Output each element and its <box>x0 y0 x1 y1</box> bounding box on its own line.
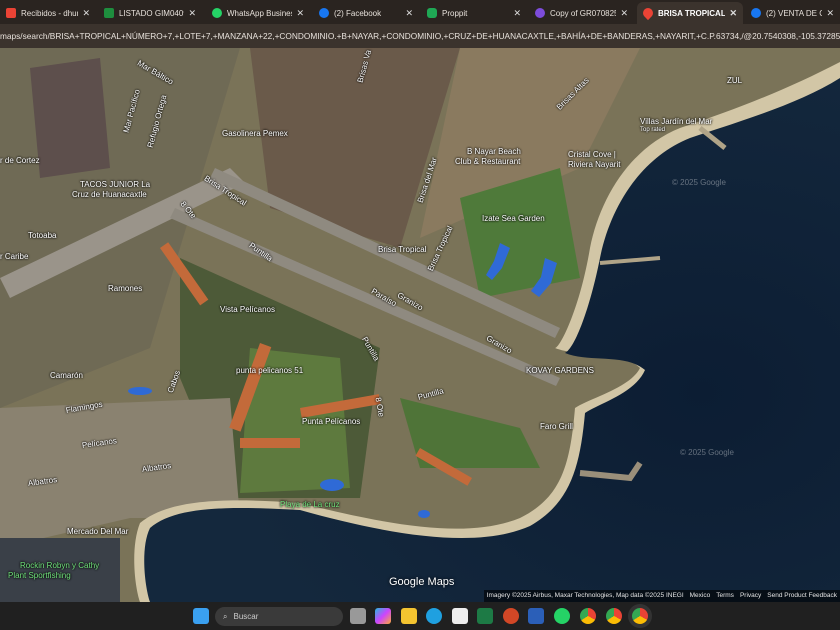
close-tab-icon[interactable]: ✕ <box>513 8 521 19</box>
tab-google-maps[interactable]: BRISA TROPICAL NÚ✕ <box>637 2 743 24</box>
map-label[interactable]: Faro Grill <box>540 422 573 431</box>
map-watermark: © 2025 Google <box>672 178 726 187</box>
map-label[interactable]: Riviera Nayarit <box>568 160 620 169</box>
map-label[interactable]: Cristal Cove | <box>568 150 616 159</box>
copilot-icon[interactable] <box>375 608 391 624</box>
word-icon[interactable] <box>528 608 544 624</box>
facebook-icon <box>319 8 329 18</box>
map-label[interactable]: Rockin Robyn y Cathy <box>20 561 99 570</box>
chrome-icon-active[interactable] <box>632 608 648 624</box>
close-tab-icon[interactable]: ✕ <box>296 8 304 19</box>
chrome-icon[interactable] <box>580 608 596 624</box>
google-maps-logo: Google Maps <box>389 576 455 588</box>
terms-link[interactable]: Terms <box>716 591 734 601</box>
whatsapp-icon <box>212 8 222 18</box>
map-label[interactable]: Mercado Del Mar <box>67 527 128 536</box>
close-tab-icon[interactable]: ✕ <box>405 8 413 19</box>
map-attribution: Imagery ©2025 Airbus, Maxar Technologies… <box>483 590 840 602</box>
map-label[interactable]: Cruz de Huanacaxtle <box>72 190 147 199</box>
close-tab-icon[interactable]: ✕ <box>620 8 628 19</box>
tab-proppit[interactable]: Proppit ✕ <box>421 2 527 24</box>
map-label[interactable]: Ramones <box>108 284 142 293</box>
map-label[interactable]: Vista Pelícanos <box>220 305 275 314</box>
map-label[interactable]: KOVAY GARDENS <box>526 366 594 375</box>
tab-canva[interactable]: Copy of GR070825CL✕ <box>529 2 634 24</box>
map-label[interactable]: ZUL <box>727 76 742 85</box>
address-bar[interactable]: maps/search/BRISA+TROPICAL+NÚMERO+7,+LOT… <box>0 24 840 48</box>
map-label[interactable]: Plant Sportfishing <box>8 571 71 580</box>
file-explorer-icon[interactable] <box>401 608 417 624</box>
close-tab-icon[interactable]: ✕ <box>82 8 90 19</box>
satellite-map[interactable]: Mar Báltico Mar Pacífico Refugio Ortega … <box>0 48 840 602</box>
map-label[interactable]: Brisa Tropical <box>378 245 426 254</box>
map-label[interactable]: B Nayar Beach <box>467 147 521 156</box>
maps-pin-icon <box>640 5 656 21</box>
close-tab-icon[interactable]: ✕ <box>729 8 737 19</box>
powerpoint-icon[interactable] <box>503 608 519 624</box>
tab-gmail[interactable]: Recibidos - dhurtado✕ <box>0 2 96 24</box>
map-label[interactable]: Izate Sea Garden <box>482 214 545 223</box>
region-link[interactable]: Mexico <box>690 591 711 601</box>
close-tab-icon[interactable]: ✕ <box>188 8 196 19</box>
url-text: maps/search/BRISA+TROPICAL+NÚMERO+7,+LOT… <box>0 31 840 41</box>
tab-whatsapp[interactable]: WhatsApp Business ✕ <box>206 2 310 24</box>
gmail-icon <box>6 8 16 18</box>
map-label[interactable]: Villas Jardín del Mar <box>640 117 712 126</box>
map-label[interactable]: Playa de La cruz <box>280 500 340 509</box>
facebook-icon <box>751 8 761 18</box>
map-label[interactable]: TACOS JUNIOR La <box>80 180 150 189</box>
map-label[interactable]: r de Cortez <box>0 156 40 165</box>
store-icon[interactable] <box>452 608 468 624</box>
taskbar-search[interactable]: ⌕ Buscar <box>215 607 343 626</box>
map-label[interactable]: Club & Restaurant <box>455 157 520 166</box>
tab-facebook-venta[interactable]: (2) VENTA DE CASAS✕ <box>745 2 840 24</box>
map-label[interactable]: Totoaba <box>28 231 56 240</box>
excel-icon[interactable] <box>477 608 493 624</box>
feedback-link[interactable]: Send Product Feedback <box>767 591 837 601</box>
taskbar: ⌕ Buscar <box>0 602 840 630</box>
chrome-icon[interactable] <box>606 608 622 624</box>
privacy-link[interactable]: Privacy <box>740 591 761 601</box>
search-icon: ⌕ <box>223 611 228 621</box>
canva-icon <box>535 8 545 18</box>
map-label[interactable]: punta pelicanos 51 <box>236 366 303 375</box>
tab-sheets[interactable]: LISTADO GIM040925✕ <box>98 2 202 24</box>
map-label[interactable]: Punta Pelícanos <box>302 417 360 426</box>
map-label: Top rated <box>640 127 666 133</box>
map-watermark: © 2025 Google <box>680 448 734 457</box>
whatsapp-icon[interactable] <box>554 608 570 624</box>
tab-bar: Recibidos - dhurtado✕ LISTADO GIM040925✕… <box>0 0 840 24</box>
close-tab-icon[interactable]: ✕ <box>826 8 834 19</box>
tab-facebook[interactable]: (2) Facebook ✕ <box>313 2 419 24</box>
proppit-icon <box>427 8 437 18</box>
task-view-icon[interactable] <box>350 608 366 624</box>
map-label[interactable]: Gasolinera Pemex <box>222 129 288 138</box>
imagery-credit: Imagery ©2025 Airbus, Maxar Technologies… <box>486 592 684 599</box>
edge-icon[interactable] <box>426 608 442 624</box>
windows-start-icon[interactable] <box>193 608 209 624</box>
sheets-icon <box>104 8 114 18</box>
map-label[interactable]: Camarón <box>50 371 83 380</box>
map-label[interactable]: r Caribe <box>0 252 28 261</box>
